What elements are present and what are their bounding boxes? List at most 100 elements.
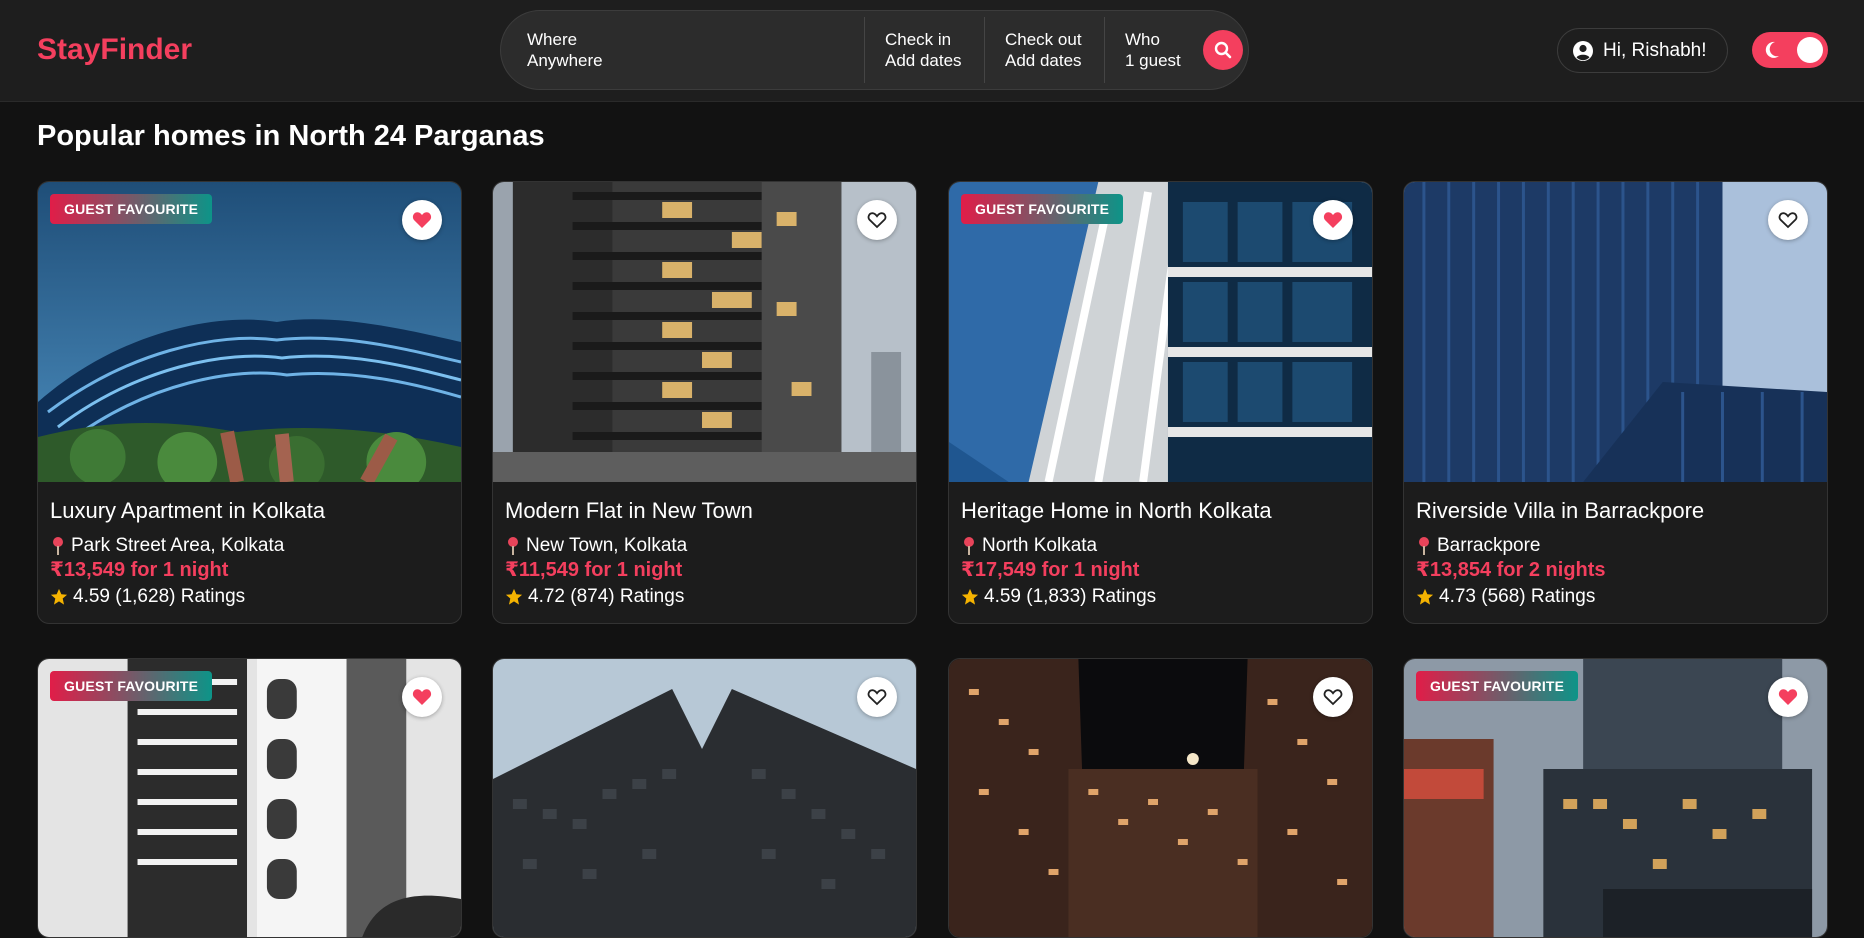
rating-text: 4.59 (1,628) Ratings <box>73 586 246 607</box>
listing-title[interactable]: Heritage Home in North Kolkata <box>961 498 1360 524</box>
heart-outline-icon <box>867 212 887 229</box>
theme-toggle[interactable] <box>1752 32 1828 68</box>
listing-location: New Town, Kolkata <box>505 534 904 558</box>
heart-filled-icon <box>412 212 432 228</box>
map-pin-icon <box>964 537 974 555</box>
rating-text: 4.59 (1,833) Ratings <box>984 586 1157 607</box>
map-pin-icon <box>1419 537 1429 555</box>
heart-outline-icon <box>1778 212 1798 229</box>
location-text: Barrackpore <box>1437 535 1541 556</box>
search-checkout[interactable]: Check out Add dates <box>1005 11 1082 89</box>
search-where[interactable]: Where Anywhere <box>527 11 827 89</box>
user-circle-icon <box>1573 40 1593 61</box>
listing-rating: 4.59 (1,628) Ratings <box>50 583 449 611</box>
listing-card[interactable] <box>492 658 917 938</box>
favorite-button[interactable] <box>857 677 897 717</box>
listing-photo[interactable]: GUEST FAVOURITE <box>38 182 461 482</box>
heart-outline-icon <box>1323 689 1343 706</box>
heart-filled-icon <box>1323 212 1343 228</box>
listing-price: ₹13,549 for 1 night <box>50 559 229 581</box>
guest-favourite-badge: GUEST FAVOURITE <box>961 194 1124 224</box>
star-icon <box>1416 588 1434 605</box>
search-who[interactable]: Who 1 guest <box>1125 11 1181 89</box>
location-text: New Town, Kolkata <box>526 535 688 556</box>
building-photo <box>949 182 1372 482</box>
listing-card[interactable]: Modern Flat in New Town New Town, Kolkat… <box>492 181 917 624</box>
listing-rating: 4.72 (874) Ratings <box>505 583 904 611</box>
location-text: Park Street Area, Kolkata <box>71 535 285 556</box>
guest-favourite-badge: GUEST FAVOURITE <box>1416 671 1579 701</box>
favorite-button[interactable] <box>402 200 442 240</box>
who-label: Who <box>1125 30 1160 49</box>
checkout-label: Check out <box>1005 30 1082 49</box>
star-icon <box>961 588 979 605</box>
favorite-button[interactable] <box>1768 200 1808 240</box>
rating-text: 4.73 (568) Ratings <box>1439 586 1596 607</box>
listing-location: Barrackpore <box>1416 534 1815 558</box>
listing-title[interactable]: Luxury Apartment in Kolkata <box>50 498 449 524</box>
listing-photo[interactable] <box>493 182 916 482</box>
toggle-knob <box>1797 37 1823 63</box>
user-menu-button[interactable]: Hi, Rishabh! <box>1557 28 1728 73</box>
star-icon <box>505 588 523 605</box>
checkin-value: Add dates <box>885 51 962 70</box>
divider <box>984 17 985 83</box>
map-pin-icon <box>53 537 63 555</box>
listing-photo[interactable] <box>949 659 1372 937</box>
listing-card[interactable]: GUEST FAVOURITE <box>37 658 462 938</box>
search-button[interactable] <box>1203 30 1243 70</box>
search-checkin[interactable]: Check in Add dates <box>885 11 962 89</box>
building-photo <box>493 659 916 937</box>
listing-card[interactable]: GUEST FAVOURITE Luxury Apartment in Kolk… <box>37 181 462 624</box>
search-bar[interactable]: Where Anywhere Check in Add dates Check … <box>500 10 1249 90</box>
star-icon <box>50 588 68 605</box>
logo[interactable]: StayFinder <box>37 33 192 67</box>
listing-photo[interactable]: GUEST FAVOURITE <box>38 659 461 937</box>
favorite-button[interactable] <box>857 200 897 240</box>
section-title: Popular homes in North 24 Parganas <box>37 120 545 152</box>
favorite-button[interactable] <box>1313 200 1353 240</box>
listing-title[interactable]: Modern Flat in New Town <box>505 498 904 524</box>
divider <box>864 17 865 83</box>
listing-title[interactable]: Riverside Villa in Barrackpore <box>1416 498 1815 524</box>
guest-favourite-badge: GUEST FAVOURITE <box>50 671 213 701</box>
favorite-button[interactable] <box>1768 677 1808 717</box>
divider <box>1104 17 1105 83</box>
listing-location: Park Street Area, Kolkata <box>50 534 449 558</box>
building-photo <box>493 182 916 482</box>
where-label: Where <box>527 30 578 49</box>
listing-rating: 4.59 (1,833) Ratings <box>961 583 1360 611</box>
listing-photo[interactable] <box>493 659 916 937</box>
listing-rating: 4.73 (568) Ratings <box>1416 583 1815 611</box>
moon-icon <box>1765 41 1779 58</box>
where-value: Anywhere <box>527 51 603 70</box>
guest-favourite-badge: GUEST FAVOURITE <box>50 194 213 224</box>
listing-photo[interactable]: GUEST FAVOURITE <box>949 182 1372 482</box>
location-text: North Kolkata <box>982 535 1098 556</box>
heart-filled-icon <box>412 689 432 705</box>
favorite-button[interactable] <box>402 677 442 717</box>
building-photo <box>38 182 461 482</box>
who-value: 1 guest <box>1125 51 1181 70</box>
checkout-value: Add dates <box>1005 51 1082 70</box>
building-photo <box>1404 182 1827 482</box>
heart-filled-icon <box>1778 689 1798 705</box>
checkin-label: Check in <box>885 30 952 49</box>
map-pin-icon <box>508 537 518 555</box>
listing-location: North Kolkata <box>961 534 1360 558</box>
listing-card[interactable]: Riverside Villa in Barrackpore Barrackpo… <box>1403 181 1828 624</box>
listing-price: ₹13,854 for 2 nights <box>1416 559 1606 581</box>
search-icon <box>1214 41 1232 59</box>
favorite-button[interactable] <box>1313 677 1353 717</box>
user-greeting: Hi, Rishabh! <box>1603 39 1707 61</box>
listing-price: ₹17,549 for 1 night <box>961 559 1140 581</box>
listing-card[interactable]: GUEST FAVOURITE Heritage Home in North K… <box>948 181 1373 624</box>
listing-photo[interactable]: GUEST FAVOURITE <box>1404 659 1827 937</box>
building-photo <box>949 659 1372 937</box>
listing-photo[interactable] <box>1404 182 1827 482</box>
listing-card[interactable] <box>948 658 1373 938</box>
listing-price: ₹11,549 for 1 night <box>505 559 683 581</box>
rating-text: 4.72 (874) Ratings <box>528 586 685 607</box>
listing-card[interactable]: GUEST FAVOURITE <box>1403 658 1828 938</box>
heart-outline-icon <box>867 689 887 706</box>
